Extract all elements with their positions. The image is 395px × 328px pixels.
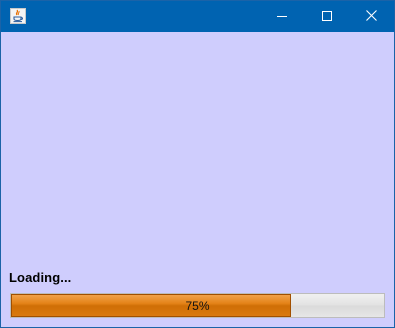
close-button[interactable] (349, 1, 394, 32)
title-bar[interactable] (1, 1, 394, 32)
maximize-icon (321, 8, 332, 26)
minimize-button[interactable] (259, 1, 304, 32)
loading-progress-bar: 75% (10, 293, 385, 318)
app-window: Loading... 75% (0, 0, 395, 328)
content-panel: Loading... 75% (1, 32, 394, 327)
close-icon (366, 8, 377, 26)
progress-percent-text: 75% (185, 298, 210, 313)
maximize-button[interactable] (304, 1, 349, 32)
loading-label: Loading... (9, 270, 72, 285)
java-icon[interactable] (10, 8, 26, 24)
minimize-icon (276, 8, 287, 26)
